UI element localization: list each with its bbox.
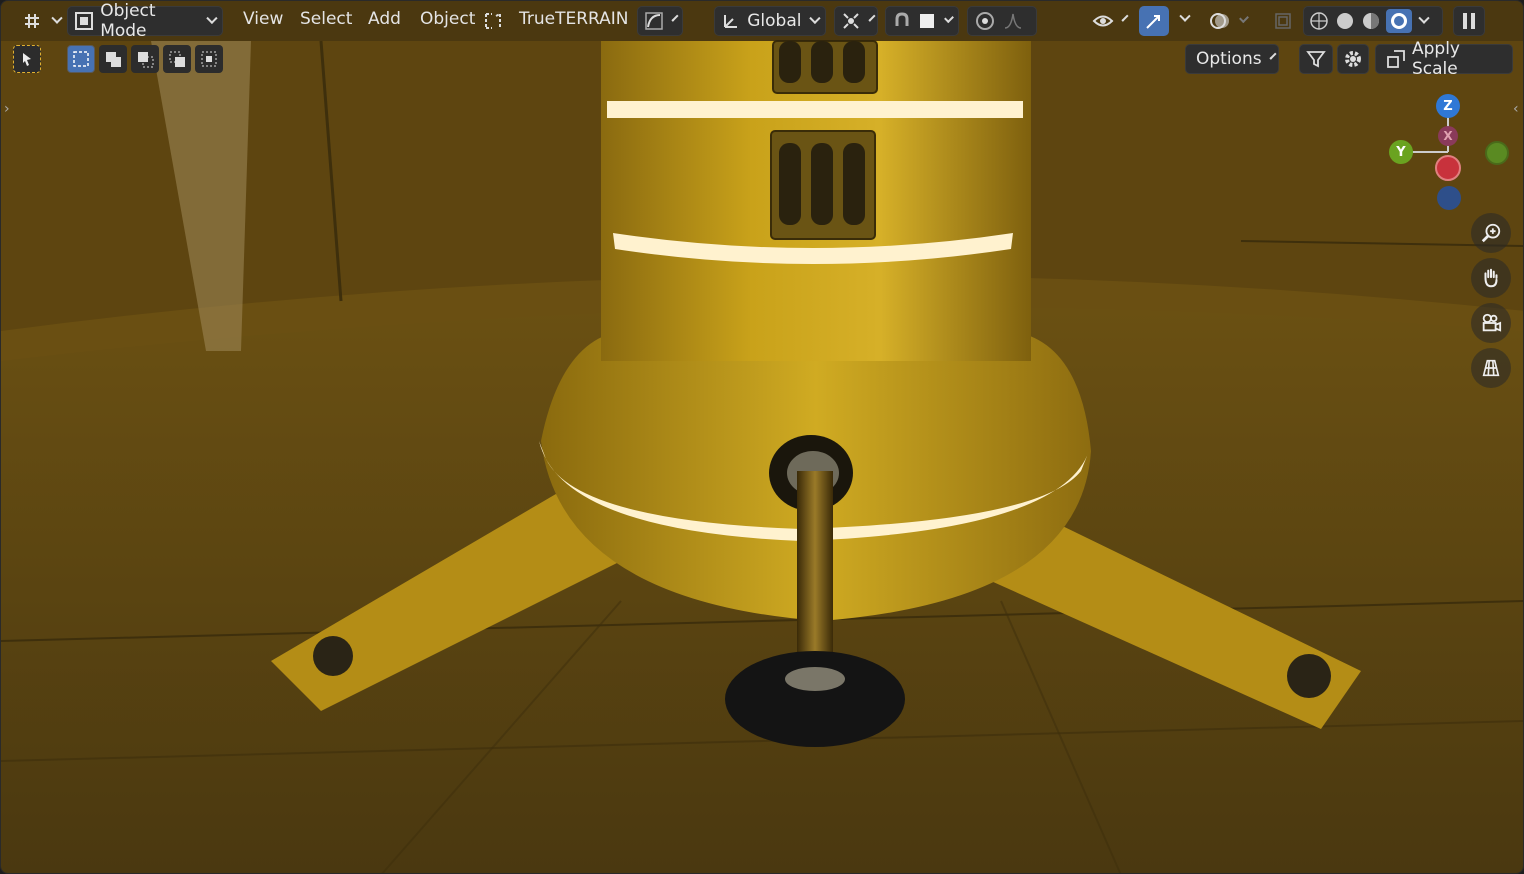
pivot-point-dropdown[interactable] (834, 6, 878, 36)
select-new-button[interactable] (67, 45, 95, 73)
gizmo-neg-y-axis[interactable] (1485, 141, 1509, 165)
editor-type-button[interactable] (15, 6, 67, 36)
wireframe-shading-icon[interactable] (1308, 10, 1330, 32)
chevron-down-icon (944, 13, 954, 24)
sidebar-expand-arrow[interactable]: ‹ (1513, 101, 1519, 117)
pan-button[interactable] (1471, 258, 1511, 298)
filter-button[interactable] (1299, 44, 1333, 74)
select-invert-button[interactable] (163, 45, 191, 73)
pan-hand-icon (1480, 267, 1502, 289)
grid-editor-icon (21, 10, 43, 32)
apply-scale-button[interactable]: Apply Scale (1375, 39, 1513, 79)
pivot-icon (841, 10, 861, 32)
apply-scale-icon (1386, 48, 1406, 70)
mode-selector[interactable]: Object Mode (67, 1, 223, 41)
chevron-down-icon (809, 12, 821, 24)
xray-toggle[interactable] (1267, 6, 1297, 36)
overlays-dropdown[interactable] (1203, 6, 1253, 36)
mode-label: Object Mode (100, 1, 156, 41)
select-subtract-icon (134, 48, 156, 70)
toolbar-expand-arrow[interactable]: › (4, 101, 10, 117)
options-dropdown[interactable]: Options (1185, 44, 1279, 74)
zoom-icon (1480, 222, 1502, 244)
select-invert-icon (166, 48, 188, 70)
chevron-down-icon[interactable] (1179, 10, 1191, 22)
viewport-header: Object Mode View Select Add Object TrueT… (1, 1, 1523, 41)
select-tool-button[interactable] (13, 45, 41, 73)
overlay-icon (1209, 10, 1231, 32)
chevron-down-icon (671, 14, 679, 22)
select-extend-icon (102, 48, 124, 70)
gizmo-neg-z-axis[interactable] (1437, 186, 1461, 210)
select-new-icon (70, 48, 92, 70)
chevron-down-icon (206, 12, 218, 24)
snapping-controls[interactable] (885, 6, 959, 36)
rendered-shading-icon[interactable] (1386, 9, 1412, 33)
3d-viewport[interactable]: Object Mode View Select Add Object TrueT… (0, 0, 1524, 874)
orientation-axes-icon (721, 10, 741, 32)
curve-dropdown[interactable] (637, 6, 683, 36)
gizmo-x-axis[interactable]: X (1438, 126, 1458, 146)
gear-icon (1343, 48, 1363, 70)
proportional-editing[interactable] (967, 6, 1037, 36)
settings-button[interactable] (1337, 44, 1369, 74)
select-intersect-icon (198, 48, 220, 70)
snap-target-icon (918, 10, 936, 32)
tool-settings-row (13, 43, 223, 75)
cursor-select-icon (16, 48, 38, 70)
chevron-down-icon (1239, 13, 1249, 24)
select-intersect-button[interactable] (195, 45, 223, 73)
transform-orientation-dropdown[interactable]: Global (714, 6, 826, 36)
select-extend-button[interactable] (99, 45, 127, 73)
gizmo-y-axis[interactable]: Y (1389, 140, 1413, 164)
zoom-button[interactable] (1471, 213, 1511, 253)
sidebar-toggle[interactable] (1453, 6, 1485, 36)
visibility-dropdown[interactable] (1086, 6, 1132, 36)
menu-object[interactable]: Object (420, 9, 475, 29)
material-shading-icon[interactable] (1360, 10, 1382, 32)
camera-view-icon (1480, 312, 1502, 334)
filter-funnel-icon (1306, 48, 1326, 70)
ortho-grid-icon (1480, 357, 1502, 379)
eye-icon (1092, 10, 1114, 32)
menu-view[interactable]: View (243, 9, 283, 29)
chevron-down-icon (1121, 14, 1129, 22)
object-mode-icon (74, 10, 94, 32)
chevron-down-icon (1418, 12, 1430, 24)
chevron-down-icon (51, 12, 63, 24)
select-subtract-button[interactable] (131, 45, 159, 73)
chevron-down-icon (1269, 52, 1277, 60)
bracket-select-icon (482, 10, 504, 32)
gizmo-toggle[interactable] (1139, 6, 1169, 36)
chevron-down-icon (868, 14, 876, 22)
falloff-curve-icon (1002, 10, 1024, 32)
apply-scale-label: Apply Scale (1412, 39, 1460, 79)
shading-modes (1303, 6, 1443, 36)
camera-view-button[interactable] (1471, 303, 1511, 343)
viewport-scene (1, 1, 1523, 873)
navigation-gizmo[interactable]: Z X Y (1381, 89, 1511, 214)
gizmo-neg-x-axis[interactable] (1435, 155, 1461, 181)
magnet-icon (892, 10, 912, 32)
curve-icon (644, 10, 664, 32)
solid-shading-icon[interactable] (1334, 10, 1356, 32)
ortho-toggle-button[interactable] (1471, 348, 1511, 388)
options-label: Options (1196, 49, 1262, 69)
menu-add[interactable]: Add (368, 9, 401, 29)
menu-trueterrain[interactable]: TrueTERRAIN (519, 9, 629, 29)
gizmo-arrows-icon (1143, 10, 1165, 32)
xray-icon (1273, 10, 1293, 32)
menu-select[interactable]: Select (300, 9, 352, 29)
proportional-edit-icon (974, 10, 996, 32)
pause-bars-icon (1460, 10, 1478, 32)
orientation-label: Global (747, 11, 802, 31)
gizmo-z-axis[interactable]: Z (1436, 94, 1460, 118)
